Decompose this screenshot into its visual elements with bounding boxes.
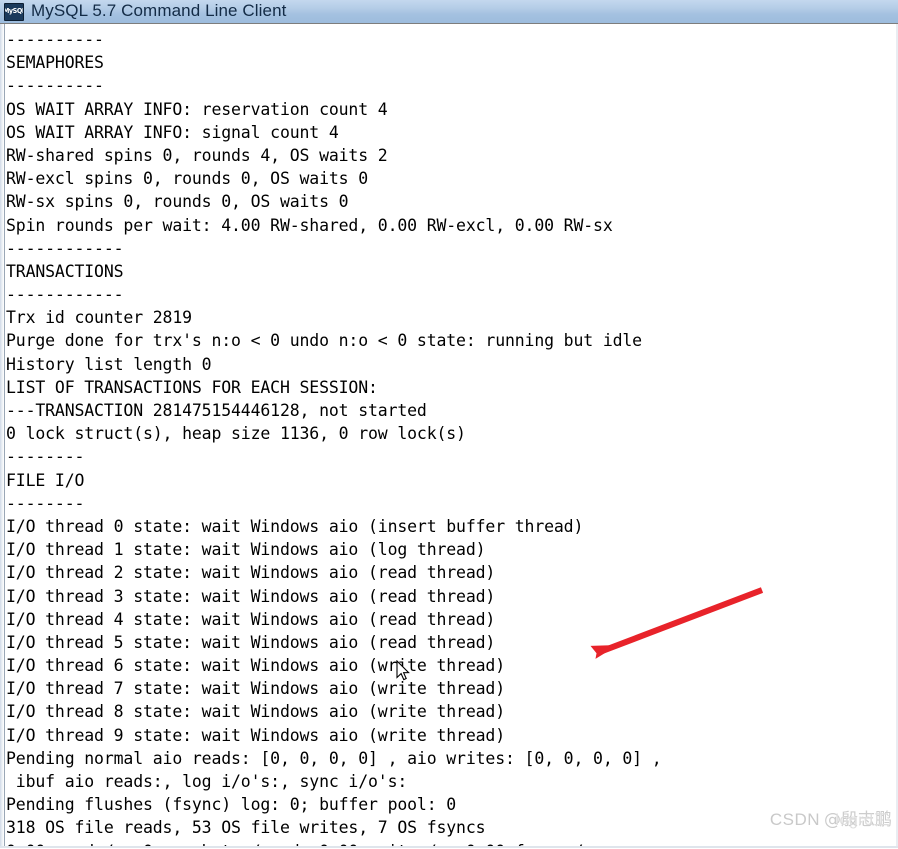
console-line: I/O thread 7 state: wait Windows aio (wr… <box>6 679 505 699</box>
console-line: -------- <box>6 447 85 467</box>
console-line: I/O thread 6 state: wait Windows aio (wr… <box>6 656 505 676</box>
console-line: I/O thread 2 state: wait Windows aio (re… <box>6 563 496 583</box>
console-line: OS WAIT ARRAY INFO: reservation count 4 <box>6 99 388 119</box>
console-line: ---------- <box>6 76 104 96</box>
console-line: ------------ <box>6 238 124 258</box>
console-line: RW-shared spins 0, rounds 4, OS waits 2 <box>6 145 388 165</box>
window-title: MySQL 5.7 Command Line Client <box>31 1 287 20</box>
console-line: I/O thread 3 state: wait Windows aio (re… <box>6 586 496 606</box>
window-titlebar[interactable]: MySQL MySQL 5.7 Command Line Client <box>0 0 898 24</box>
console-line: OS WAIT ARRAY INFO: signal count 4 <box>6 122 339 142</box>
console-line: Spin rounds per wait: 4.00 RW-shared, 0.… <box>6 215 613 235</box>
app-icon-glyph: MySQL <box>5 7 24 15</box>
console-line: History list length 0 <box>6 354 212 374</box>
console-client-area[interactable]: ---------- SEMAPHORES ---------- OS WAIT AR… <box>0 24 898 848</box>
console-line: RW-sx spins 0, rounds 0, OS waits 0 <box>6 192 349 212</box>
console-line: I/O thread 1 state: wait Windows aio (lo… <box>6 540 486 560</box>
console-line: -------- <box>6 493 85 513</box>
console-line: I/O thread 9 state: wait Windows aio (wr… <box>6 725 505 745</box>
console-line: Pending normal aio reads: [0, 0, 0, 0] ,… <box>6 748 662 768</box>
console-line: Purge done for trx's n:o < 0 undo n:o < … <box>6 331 642 351</box>
console-line: RW-excl spins 0, rounds 0, OS waits 0 <box>6 169 369 189</box>
console-line: LIST OF TRANSACTIONS FOR EACH SESSION: <box>6 377 378 397</box>
console-line: I/O thread 4 state: wait Windows aio (re… <box>6 609 496 629</box>
window-left-border-line <box>4 24 5 848</box>
console-line: I/O thread 0 state: wait Windows aio (in… <box>6 516 584 536</box>
window-bottom-edge <box>0 846 898 848</box>
console-line: Pending flushes (fsync) log: 0; buffer p… <box>6 795 457 815</box>
console-line: ibuf aio reads:, log i/o's:, sync i/o's: <box>6 772 408 791</box>
console-line: ------------ <box>6 285 124 305</box>
console-line: Trx id counter 2819 <box>6 308 192 328</box>
console-line: I/O thread 8 state: wait Windows aio (wr… <box>6 702 505 722</box>
console-line: ---TRANSACTION 281475154446128, not star… <box>6 401 427 420</box>
console-line: 0 lock struct(s), heap size 1136, 0 row … <box>6 424 466 444</box>
console-line: 318 OS file reads, 53 OS file writes, 7 … <box>6 818 486 838</box>
mysql-dolphin-icon: MySQL <box>4 2 24 21</box>
mysql-command-line-client-window: MySQL MySQL 5.7 Command Line Client ----… <box>0 0 898 849</box>
console-line: ---------- <box>6 30 104 49</box>
console-line: SEMAPHORES <box>6 53 104 73</box>
console-output-text: ---------- SEMAPHORES ---------- OS WAIT AR… <box>6 28 896 846</box>
console-line: TRANSACTIONS <box>6 261 124 281</box>
console-line: I/O thread 5 state: wait Windows aio (re… <box>6 632 496 652</box>
console-line: 0.00 reads/s, 0 avg bytes/read, 0.00 wri… <box>6 840 896 846</box>
console-line: FILE I/O <box>6 470 85 490</box>
